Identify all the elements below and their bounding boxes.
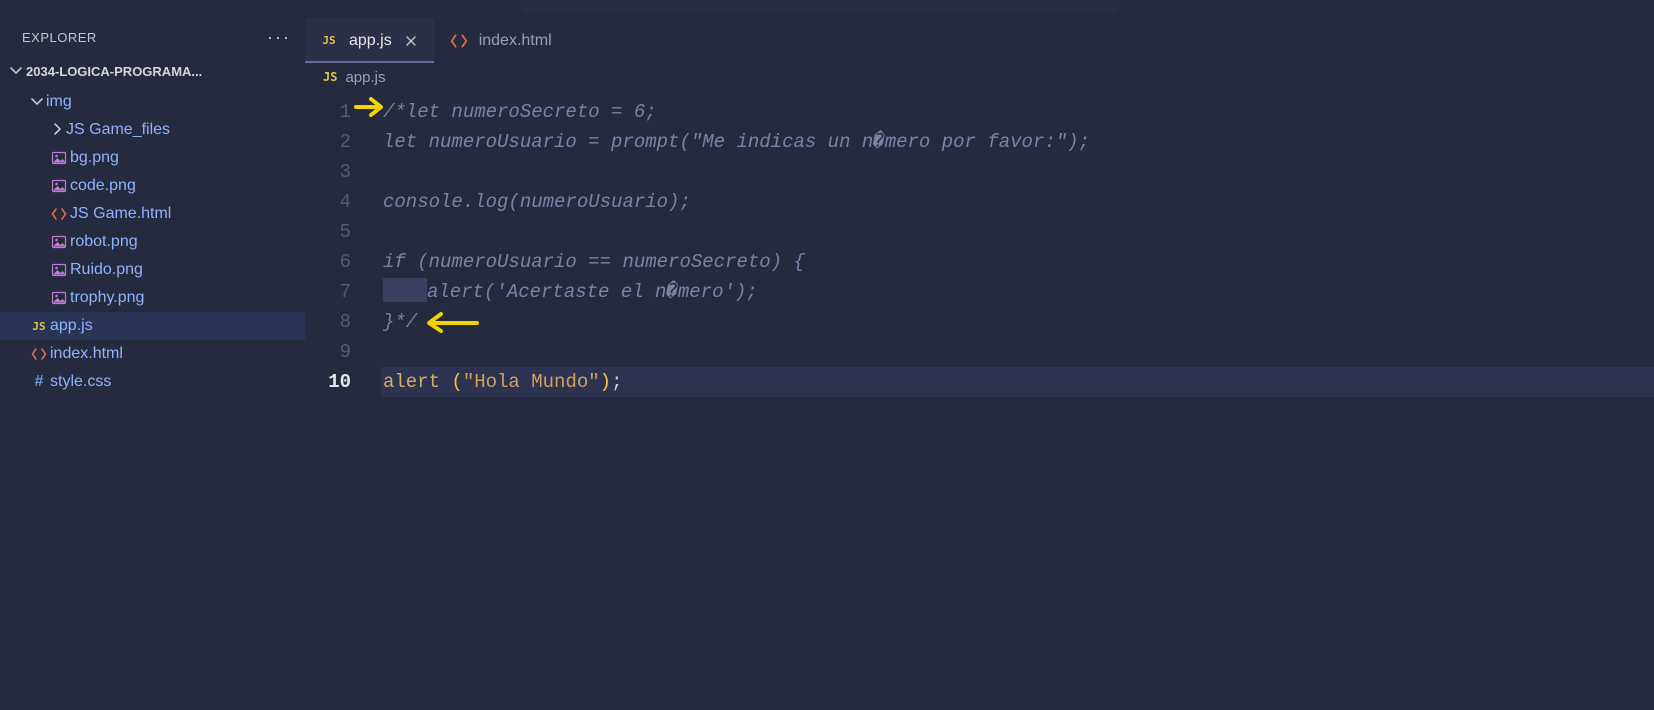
line-number: 6 xyxy=(305,247,351,277)
css-file-icon: # xyxy=(28,373,50,391)
folder-label: JS Game_files xyxy=(66,121,170,139)
image-file-icon xyxy=(48,178,70,194)
tab-app-js[interactable]: JS app.js xyxy=(305,18,435,63)
project-root[interactable]: 2034-LOGICA-PROGRAMA... xyxy=(0,56,305,86)
tree-folder-gamefiles[interactable]: JS Game_files xyxy=(0,116,305,144)
file-label: index.html xyxy=(50,345,123,363)
file-label: Ruido.png xyxy=(70,261,143,279)
tree-file-robot[interactable]: robot.png xyxy=(0,228,305,256)
tree-folder-img[interactable]: img xyxy=(0,88,305,116)
tree-file-gamehtml[interactable]: JS Game.html xyxy=(0,200,305,228)
file-label: JS Game.html xyxy=(70,205,171,223)
html-file-icon xyxy=(28,346,50,362)
js-file-icon: JS xyxy=(28,320,50,333)
line-number: 7 xyxy=(305,277,351,307)
code-editor[interactable]: 1 2 3 4 5 6 7 8 9 10 /*let numeroSecreto… xyxy=(305,91,1654,710)
code-text: "Hola Mundo" xyxy=(463,371,600,393)
file-label: robot.png xyxy=(70,233,138,251)
code-text: ) xyxy=(600,371,611,393)
explorer-header: EXPLORER ··· xyxy=(0,18,305,56)
image-file-icon xyxy=(48,290,70,306)
line-number: 8 xyxy=(305,307,351,337)
html-file-icon xyxy=(449,32,469,50)
code-text: ; xyxy=(611,371,622,393)
close-tab-button[interactable] xyxy=(402,32,420,50)
code-text: }*/ xyxy=(383,311,417,333)
file-label: app.js xyxy=(50,317,93,335)
js-file-icon: JS xyxy=(323,70,337,84)
file-tree: img JS Game_files bg.png code.png xyxy=(0,86,305,396)
js-file-icon: JS xyxy=(319,34,339,47)
selection-highlight xyxy=(383,278,427,302)
line-number: 3 xyxy=(305,157,351,187)
code-text: /*let numeroSecreto = 6; xyxy=(383,101,657,123)
image-file-icon xyxy=(48,262,70,278)
line-number: 9 xyxy=(305,337,351,367)
code-text xyxy=(440,371,451,393)
explorer-title: EXPLORER xyxy=(22,30,97,45)
code-content[interactable]: /*let numeroSecreto = 6; let numeroUsuar… xyxy=(383,91,1654,710)
line-number: 4 xyxy=(305,187,351,217)
code-text: ( xyxy=(451,371,462,393)
tab-label: index.html xyxy=(479,32,552,50)
tab-index-html[interactable]: index.html xyxy=(435,18,567,63)
explorer-more-actions[interactable]: ··· xyxy=(267,27,291,48)
chevron-right-icon xyxy=(48,121,66,140)
code-text: alert xyxy=(383,371,440,393)
project-root-label: 2034-LOGICA-PROGRAMA... xyxy=(26,64,202,79)
tree-file-bg[interactable]: bg.png xyxy=(0,144,305,172)
file-label: code.png xyxy=(70,177,136,195)
file-label: bg.png xyxy=(70,149,119,167)
folder-label: img xyxy=(46,93,72,111)
line-number: 5 xyxy=(305,217,351,247)
close-icon xyxy=(404,34,418,48)
line-number: 1 xyxy=(305,97,351,127)
tree-file-indexhtml[interactable]: index.html xyxy=(0,340,305,368)
html-file-icon xyxy=(48,206,70,222)
file-label: style.css xyxy=(50,373,111,391)
window-top-bar xyxy=(0,0,1654,18)
breadcrumb[interactable]: JS app.js xyxy=(305,63,1654,91)
tree-file-code[interactable]: code.png xyxy=(0,172,305,200)
breadcrumb-file: app.js xyxy=(345,69,385,86)
image-file-icon xyxy=(48,150,70,166)
image-file-icon xyxy=(48,234,70,250)
line-number: 2 xyxy=(305,127,351,157)
tree-file-ruido[interactable]: Ruido.png xyxy=(0,256,305,284)
tree-file-trophy[interactable]: trophy.png xyxy=(0,284,305,312)
chevron-down-icon xyxy=(6,62,26,81)
explorer-panel: EXPLORER ··· 2034-LOGICA-PROGRAMA... img xyxy=(0,18,305,710)
tree-file-stylecss[interactable]: # style.css xyxy=(0,368,305,396)
line-number: 10 xyxy=(305,367,351,397)
line-number-gutter: 1 2 3 4 5 6 7 8 9 10 xyxy=(305,91,383,710)
editor-tab-bar: JS app.js index.html xyxy=(305,18,1654,63)
file-label: trophy.png xyxy=(70,289,144,307)
code-text: if (numeroUsuario == numeroSecreto) { xyxy=(383,251,805,273)
code-text: console.log(numeroUsuario); xyxy=(383,191,691,213)
command-center-placeholder[interactable] xyxy=(520,0,1120,12)
tree-file-appjs[interactable]: JS app.js xyxy=(0,312,305,340)
tab-label: app.js xyxy=(349,32,392,50)
code-text: alert('Acertaste el n�mero'); xyxy=(427,281,758,303)
code-text: let numeroUsuario = prompt("Me indicas u… xyxy=(383,131,1090,153)
chevron-down-icon xyxy=(28,93,46,112)
